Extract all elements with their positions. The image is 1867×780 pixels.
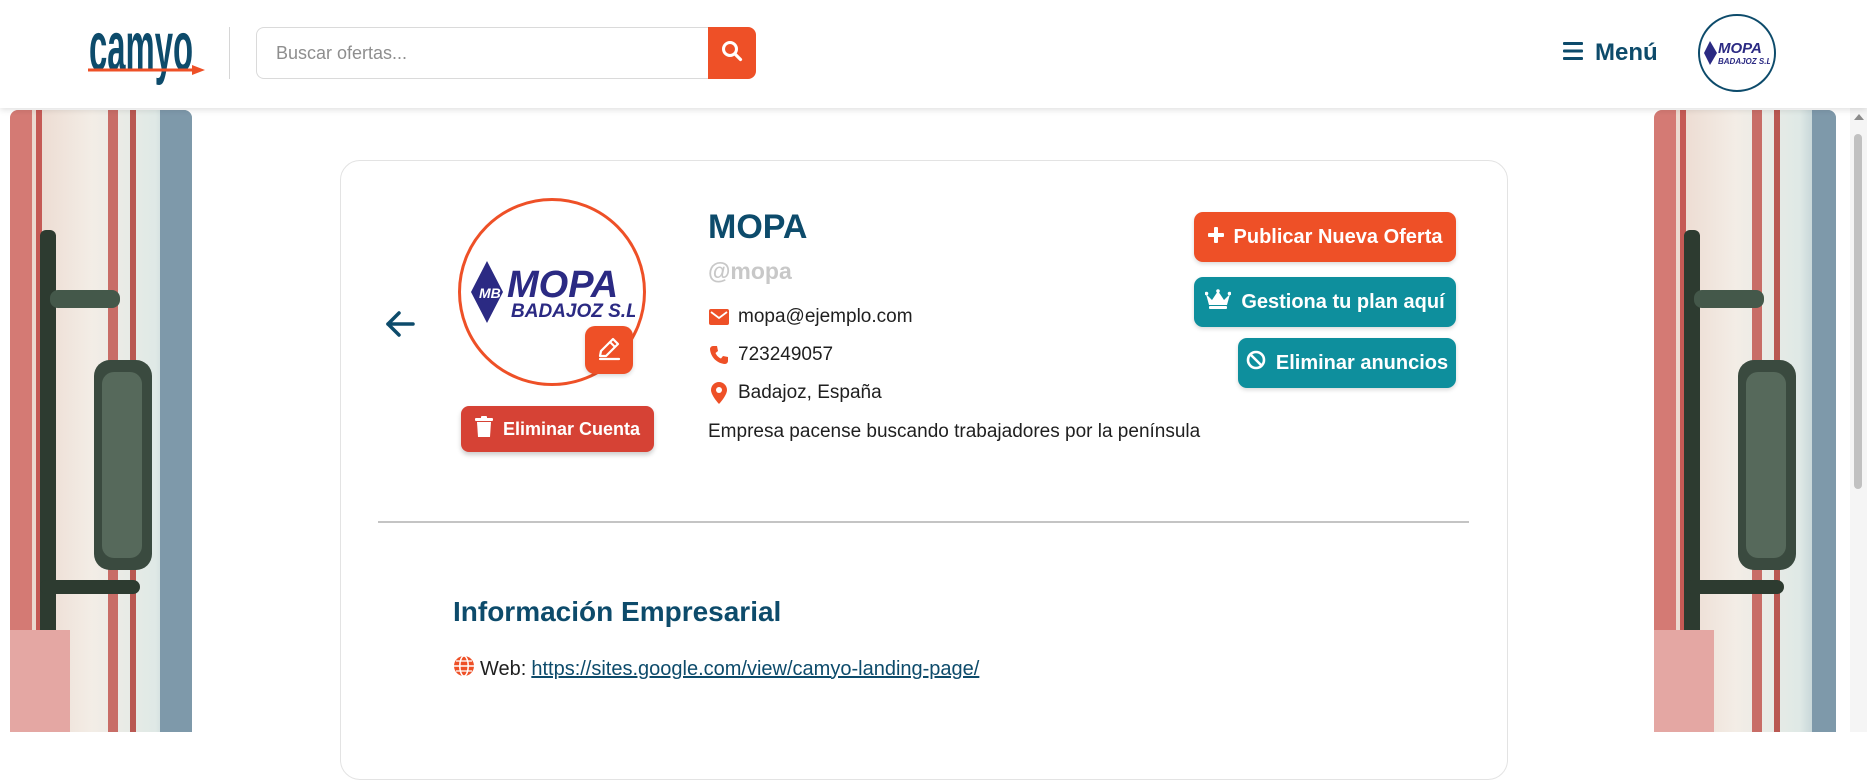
back-button[interactable] (380, 306, 420, 346)
search-icon (721, 40, 743, 67)
phone-icon (708, 345, 730, 365)
trash-icon (474, 416, 493, 442)
search-bar (256, 27, 756, 79)
user-avatar[interactable]: MOPA BADAJOZ S.L. (1698, 14, 1776, 92)
phone-text: 723249057 (738, 344, 834, 365)
scroll-up-arrow-icon[interactable] (1854, 114, 1864, 120)
publish-offer-button[interactable]: Publicar Nueva Oferta (1194, 212, 1456, 262)
website-row: Web: https://sites.google.com/view/camyo… (453, 655, 979, 683)
company-username: @mopa (708, 258, 792, 284)
location-text: Badajoz, España (738, 382, 882, 403)
phone-row: 723249057 (708, 344, 833, 366)
publish-offer-label: Publicar Nueva Oferta (1233, 225, 1443, 248)
mopa-logo: MB MOPA BADAJOZ S.L. (471, 261, 635, 323)
website-label: Web: (480, 657, 527, 680)
plus-icon (1207, 226, 1224, 249)
logo-divider (229, 27, 230, 79)
right-truck-image (1654, 110, 1836, 732)
remove-ads-label: Eliminar anuncios (1275, 351, 1449, 374)
delete-account-label: Eliminar Cuenta (502, 418, 641, 439)
logo-main-text: MOPA (507, 264, 618, 306)
pencil-icon (596, 335, 622, 366)
location-pin-icon (708, 382, 730, 404)
svg-text:MOPA: MOPA (1718, 40, 1762, 57)
logo-sub-text: BADAJOZ S.L. (511, 301, 635, 322)
section-divider (378, 521, 1469, 523)
manage-plan-button[interactable]: Gestiona tu plan aquí (1194, 277, 1456, 327)
scroll-thumb[interactable] (1854, 134, 1862, 489)
arrow-left-icon (385, 310, 415, 343)
menu-label: Menú (1595, 39, 1658, 66)
ban-icon (1246, 350, 1266, 376)
globe-icon (453, 655, 475, 683)
top-header: camyo Menú MOPA BADAJOZ S.L. (0, 0, 1867, 108)
hamburger-icon (1563, 39, 1585, 67)
page-scrollbar[interactable] (1850, 108, 1867, 732)
website-link[interactable]: https://sites.google.com/view/camyo-land… (531, 658, 979, 681)
email-text: mopa@ejemplo.com (738, 306, 913, 327)
mopa-logo-small: MOPA BADAJOZ S.L. (1704, 40, 1770, 66)
company-description: Empresa pacense buscando trabajadores po… (708, 421, 1201, 442)
delete-account-button[interactable]: Eliminar Cuenta (461, 406, 654, 452)
business-info-title: Información Empresarial (453, 596, 782, 627)
email-row: mopa@ejemplo.com (708, 306, 913, 328)
company-name: MOPA (708, 208, 808, 246)
camyo-logo[interactable]: camyo (88, 9, 206, 88)
edit-avatar-button[interactable] (585, 326, 633, 374)
logo-monogram: MB (479, 285, 501, 301)
mail-icon (708, 309, 730, 325)
search-button[interactable] (708, 27, 756, 79)
location-row: Badajoz, España (708, 382, 882, 404)
menu-button[interactable]: Menú (1563, 36, 1658, 70)
manage-plan-label: Gestiona tu plan aquí (1241, 290, 1445, 313)
crown-icon (1205, 289, 1232, 315)
svg-text:BADAJOZ S.L.: BADAJOZ S.L. (1718, 57, 1770, 66)
left-truck-image (10, 110, 192, 732)
search-input[interactable] (256, 27, 710, 79)
svg-text:camyo: camyo (89, 18, 193, 86)
remove-ads-button[interactable]: Eliminar anuncios (1238, 338, 1456, 388)
